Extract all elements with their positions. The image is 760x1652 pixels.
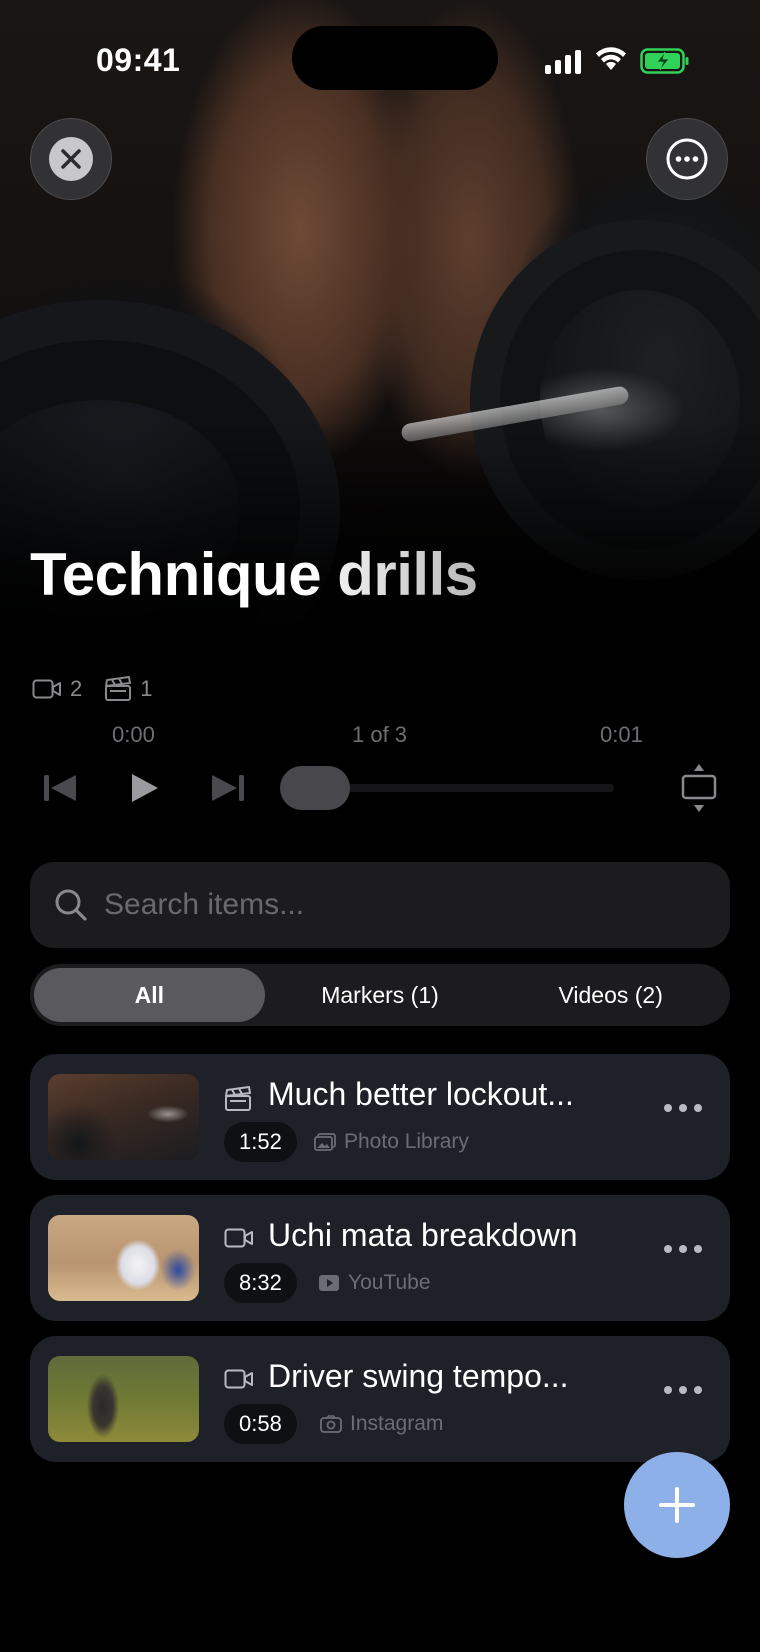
video-icon	[224, 1228, 253, 1248]
marker-count: 1	[140, 676, 153, 701]
search-bar[interactable]	[30, 862, 730, 948]
item-more-button[interactable]	[664, 1386, 702, 1394]
xmark-circle-icon	[49, 137, 93, 181]
item-title: Driver swing tempo...	[268, 1358, 569, 1394]
filter-all[interactable]: All	[34, 968, 265, 1022]
ellipsis-circle-icon	[666, 138, 708, 180]
play-icon	[132, 774, 158, 802]
camera-icon	[320, 1415, 342, 1433]
video-icon	[32, 679, 61, 699]
item-source: Instagram	[320, 1412, 443, 1436]
item-source-label: YouTube	[348, 1271, 431, 1294]
close-button[interactable]	[30, 118, 112, 200]
item-more-button[interactable]	[664, 1104, 702, 1112]
photo-icon	[314, 1133, 336, 1151]
item-duration: 1:52	[224, 1122, 297, 1162]
filter-markers[interactable]: Markers (1)	[265, 968, 496, 1022]
add-item-button[interactable]	[624, 1452, 730, 1558]
airplay-screen-icon	[681, 764, 717, 812]
battery-charging-icon	[640, 48, 689, 74]
dynamic-island	[292, 26, 498, 90]
position-indicator: 1 of 3	[352, 722, 408, 747]
search-icon	[55, 889, 87, 921]
skip-forward-icon	[212, 775, 244, 801]
more-options-button[interactable]	[646, 118, 728, 200]
skip-back-icon	[44, 775, 76, 801]
status-time: 09:41	[96, 42, 181, 78]
item-source: Photo Library	[314, 1130, 469, 1154]
wifi-icon	[596, 47, 626, 70]
filter-videos[interactable]: Videos (2)	[495, 968, 726, 1022]
item-more-button[interactable]	[664, 1245, 702, 1253]
clapperboard-icon	[225, 1086, 251, 1111]
clapperboard-icon	[105, 676, 132, 701]
item-source: YouTube	[318, 1271, 431, 1295]
search-input[interactable]	[104, 888, 664, 922]
list-item[interactable]: Driver swing tempo... 0:58 Instagram	[30, 1336, 730, 1462]
item-counts: 2 1	[32, 676, 167, 702]
item-title: Uchi mata breakdown	[268, 1217, 578, 1253]
filter-segmented-control: All Markers (1) Videos (2)	[30, 964, 730, 1026]
list-item[interactable]: Uchi mata breakdown 8:32 YouTube	[30, 1195, 730, 1321]
item-thumbnail	[48, 1074, 199, 1160]
hero-fade	[0, 420, 760, 650]
display-mode-button[interactable]	[676, 764, 722, 812]
video-icon	[224, 1369, 253, 1389]
item-duration: 0:58	[224, 1404, 297, 1444]
item-thumbnail	[48, 1215, 199, 1301]
time-current: 0:00	[112, 722, 155, 747]
page-title: Technique drills	[30, 541, 478, 608]
item-thumbnail	[48, 1356, 199, 1442]
item-source-label: Photo Library	[344, 1130, 469, 1153]
item-source-label: Instagram	[350, 1412, 444, 1435]
previous-button[interactable]	[40, 764, 82, 812]
play-button[interactable]	[126, 764, 162, 812]
cellular-signal-icon	[545, 48, 581, 74]
item-title: Much better lockout...	[268, 1076, 574, 1112]
time-total: 0:01	[600, 722, 643, 747]
playback-controls	[0, 764, 760, 812]
plus-icon	[659, 1487, 695, 1523]
youtube-icon	[319, 1275, 339, 1291]
video-count: 2	[70, 676, 83, 701]
scrubber-thumb[interactable]	[280, 766, 350, 810]
item-duration: 8:32	[224, 1263, 297, 1303]
next-button[interactable]	[206, 764, 248, 812]
list-item[interactable]: Much better lockout... 1:52 Photo Librar…	[30, 1054, 730, 1180]
